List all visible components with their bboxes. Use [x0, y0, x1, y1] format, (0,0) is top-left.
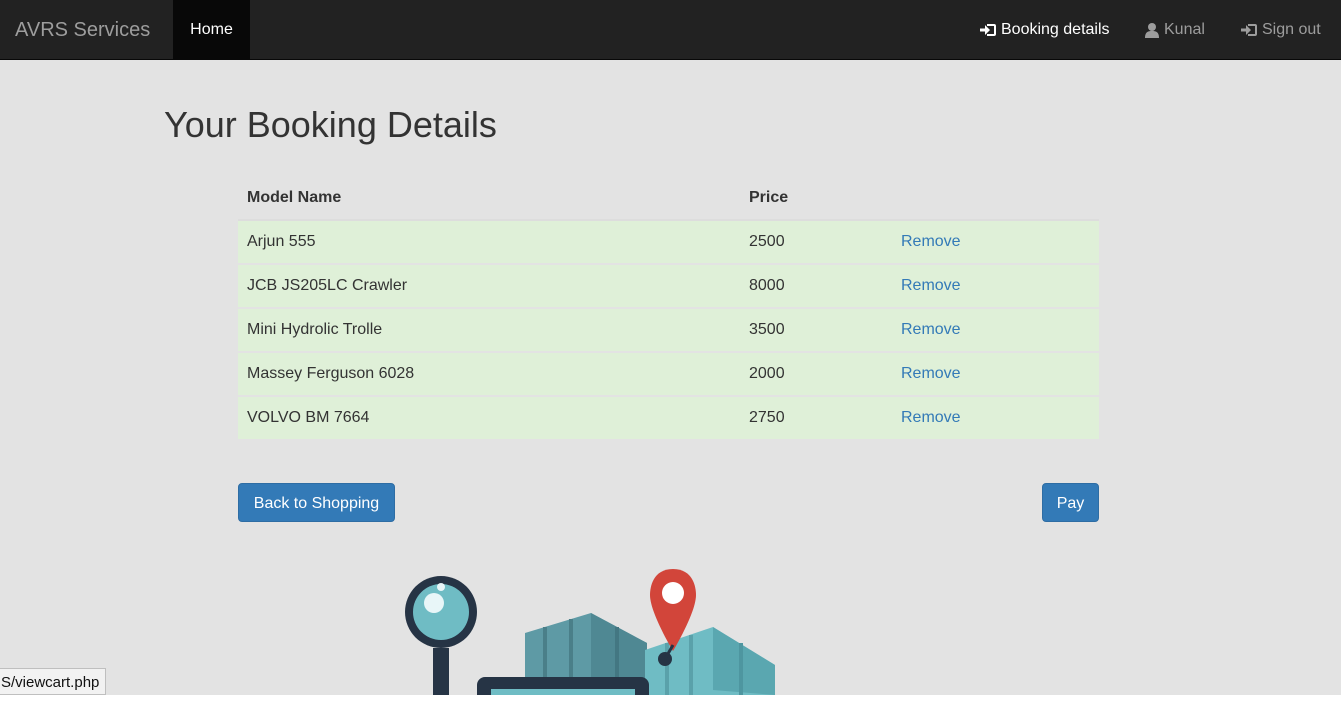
remove-link[interactable]: Remove	[901, 277, 961, 294]
remove-link[interactable]: Remove	[901, 321, 961, 338]
price-cell: 3500	[740, 307, 891, 352]
price-cell: 2000	[740, 351, 891, 396]
booking-table: Model Name Price Arjun 555 2500 Remove J…	[238, 177, 1099, 439]
table-row: JCB JS205LC Crawler 8000 Remove	[238, 263, 1099, 308]
pay-button[interactable]: Pay	[1042, 483, 1099, 522]
table-row: Massey Ferguson 6028 2000 Remove	[238, 351, 1099, 396]
top-navbar: AVRS Services Home Booking details Kunal…	[0, 0, 1341, 60]
login-arrow-icon	[979, 22, 997, 38]
nav-user-label: Kunal	[1164, 21, 1205, 38]
status-bar-url: S/viewcart.php	[0, 668, 107, 695]
back-to-shopping-button[interactable]: Back to Shopping	[238, 483, 395, 522]
page-title: Your Booking Details	[164, 104, 497, 145]
price-cell: 2500	[740, 220, 891, 264]
remove-link[interactable]: Remove	[901, 233, 961, 250]
price-cell: 8000	[740, 263, 891, 308]
nav-home[interactable]: Home	[173, 0, 250, 59]
nav-booking-label: Booking details	[1001, 21, 1110, 38]
brand-link[interactable]: AVRS Services	[15, 0, 150, 60]
nav-sign-out[interactable]: Sign out	[1240, 0, 1321, 59]
window-bottom-edge	[0, 695, 1341, 702]
logistics-illustration	[395, 565, 785, 702]
nav-signout-label: Sign out	[1262, 21, 1321, 38]
table-row: Arjun 555 2500 Remove	[238, 220, 1099, 264]
login-arrow-icon	[1240, 22, 1258, 38]
column-header-action	[891, 177, 1099, 221]
table-row: Mini Hydrolic Trolle 3500 Remove	[238, 307, 1099, 352]
user-icon	[1144, 22, 1160, 38]
nav-user[interactable]: Kunal	[1144, 0, 1205, 59]
model-name-cell: Massey Ferguson 6028	[238, 351, 740, 396]
model-name-cell: VOLVO BM 7664	[238, 395, 740, 439]
price-cell: 2750	[740, 395, 891, 439]
model-name-cell: Mini Hydrolic Trolle	[238, 307, 740, 352]
remove-link[interactable]: Remove	[901, 365, 961, 382]
column-header-model: Model Name	[238, 177, 740, 221]
table-header-row: Model Name Price	[238, 177, 1099, 221]
remove-link[interactable]: Remove	[901, 409, 961, 426]
column-header-price: Price	[740, 177, 891, 221]
nav-booking-details[interactable]: Booking details	[979, 0, 1110, 59]
model-name-cell: Arjun 555	[238, 220, 740, 264]
table-row: VOLVO BM 7664 2750 Remove	[238, 395, 1099, 439]
model-name-cell: JCB JS205LC Crawler	[238, 263, 740, 308]
